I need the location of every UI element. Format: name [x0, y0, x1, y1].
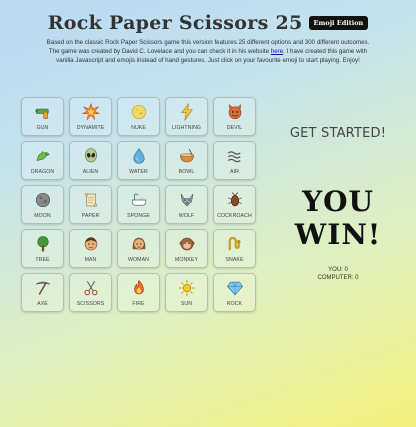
option-dynamite-button[interactable]: DYNAMITE [69, 97, 112, 136]
option-label: BOWL [178, 168, 195, 175]
option-label: MONKEY [174, 256, 199, 263]
nuke-icon [131, 104, 146, 119]
moon-icon [35, 192, 50, 207]
option-label: ALIEN [82, 168, 99, 175]
woman-icon [132, 237, 145, 250]
option-label: MAN [84, 256, 97, 263]
option-sun-button[interactable]: SUN [165, 273, 208, 312]
sun-icon [178, 279, 195, 296]
option-label: DYNAMITE [76, 124, 105, 131]
snake-icon [228, 236, 241, 250]
option-rock-button[interactable]: ROCK [213, 273, 256, 312]
option-scissors-button[interactable]: SCISSORS [69, 273, 112, 312]
option-label: COCKROACH [217, 212, 252, 219]
option-woman-button[interactable]: WOMAN [117, 229, 160, 268]
option-dragon-button[interactable]: DRAGON [21, 141, 64, 180]
option-alien-button[interactable]: ALIEN [69, 141, 112, 180]
page-title: Rock Paper Scissors 25 [47, 12, 303, 34]
option-label: AXE [37, 300, 48, 307]
description: Based on the classic Rock Paper Scissors… [43, 38, 373, 65]
result-text: YOU WIN! [294, 185, 382, 251]
option-sponge-button[interactable]: SPONGE [117, 185, 160, 224]
option-label: WATER [129, 168, 148, 175]
option-lightning-button[interactable]: LIGHTNING [165, 97, 208, 136]
option-label: MOON [34, 212, 51, 219]
option-label: DEVIL [226, 124, 243, 131]
lightning-icon [180, 102, 193, 120]
option-monkey-button[interactable]: MONKEY [165, 229, 208, 268]
option-tree-button[interactable]: TREE [21, 229, 64, 268]
option-label: PAPER [81, 212, 100, 219]
option-paper-button[interactable]: PAPER [69, 185, 112, 224]
option-devil-button[interactable]: DEVIL [213, 97, 256, 136]
option-label: WOMAN [128, 256, 149, 263]
option-axe-button[interactable]: AXE [21, 273, 64, 312]
option-label: DRAGON [30, 168, 55, 175]
option-man-button[interactable]: MAN [69, 229, 112, 268]
title-row: Rock Paper Scissors 25 Emoji Edition [48, 12, 369, 34]
diamond-icon [226, 281, 243, 295]
explosion-icon [81, 102, 100, 120]
water-drop-icon [132, 147, 145, 164]
header: Rock Paper Scissors 25 Emoji Edition Bas… [0, 12, 416, 65]
scroll-icon [84, 192, 97, 207]
option-label: GUN [36, 124, 49, 131]
option-gun-button[interactable]: GUN [21, 97, 64, 136]
option-label: SNAKE [225, 256, 244, 263]
option-label: TREE [35, 256, 50, 263]
option-label: ROCK [226, 300, 243, 307]
alien-icon [84, 147, 97, 162]
option-cockroach-button[interactable]: COCKROACH [213, 185, 256, 224]
option-snake-button[interactable]: SNAKE [213, 229, 256, 268]
gun-icon [35, 108, 49, 119]
pick-icon [35, 281, 50, 295]
scissors-icon [83, 280, 98, 295]
player-score: YOU: 0 [328, 267, 348, 273]
website-link[interactable]: here [271, 48, 283, 55]
option-moon-button[interactable]: MOON [21, 185, 64, 224]
option-wolf-button[interactable]: WOLF [165, 185, 208, 224]
option-label: SUN [180, 300, 193, 307]
computer-score: COMPUTER: 0 [317, 275, 359, 281]
cockroach-icon [227, 191, 242, 206]
wolf-icon [180, 193, 193, 206]
option-air-button[interactable]: AIR [213, 141, 256, 180]
option-nuke-button[interactable]: NUKE [117, 97, 160, 136]
air-icon [227, 150, 241, 162]
scoreboard: YOU: 0 COMPUTER: 0 [268, 266, 408, 282]
options-grid: GUN DYNAMITE NUKE LIGHTNING DEVIL DRAGON ALIEN… [21, 97, 256, 312]
option-label: NUKE [131, 124, 146, 131]
option-label: WOLF [178, 212, 195, 219]
devil-icon [228, 103, 241, 119]
edition-badge: Emoji Edition [308, 16, 369, 30]
option-label: SCISSORS [76, 300, 105, 307]
bowl-icon [179, 148, 194, 162]
option-label: SPONGE [127, 212, 150, 219]
bathtub-icon [131, 193, 146, 206]
option-fire-button[interactable]: FIRE [117, 273, 160, 312]
monkey-icon [179, 237, 194, 250]
option-label: LIGHTNING [171, 124, 202, 131]
option-label: FIRE [132, 300, 145, 307]
tree-icon [36, 235, 49, 251]
man-icon [84, 236, 97, 250]
option-water-button[interactable]: WATER [117, 141, 160, 180]
fire-icon [133, 279, 144, 294]
option-label: AIR [230, 168, 239, 175]
dragon-icon [36, 150, 49, 161]
get-started-text: GET STARTED! [289, 126, 387, 141]
option-bowl-button[interactable]: BOWL [165, 141, 208, 180]
